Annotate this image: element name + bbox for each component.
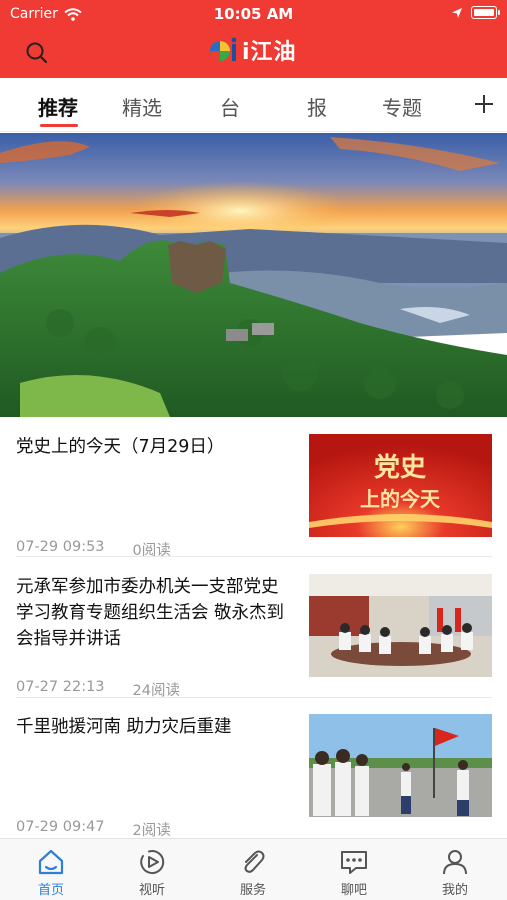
article-thumbnail: 党史 上的今天 — [309, 434, 492, 537]
chat-icon — [341, 851, 367, 874]
article-date: 07-29 09:47 — [16, 819, 105, 835]
party-history-thumbnail: 党史 上的今天 — [309, 434, 492, 537]
tab-paper[interactable]: 报 — [307, 92, 327, 121]
list-divider — [16, 697, 492, 698]
status-right — [451, 6, 500, 19]
bottom-nav: 首页 视听 服务 聊吧 我的 — [0, 838, 507, 900]
thumb-text-line2: 上的今天 — [360, 487, 441, 511]
relief-team-thumbnail — [309, 714, 492, 817]
article-title: 千里驰援河南 助力灾后重建 — [16, 717, 232, 737]
app-name: i江油 — [242, 40, 297, 65]
article-reads: 2阅读 — [132, 823, 171, 839]
tab-tv[interactable]: 台 — [220, 92, 240, 121]
nav-label: 视听 — [138, 883, 165, 898]
clock: 10:05 AM — [213, 5, 294, 23]
nav-label: 我的 — [441, 883, 468, 898]
list-divider — [16, 556, 492, 557]
home-icon — [38, 849, 64, 875]
service-icon — [244, 850, 265, 873]
search-icon[interactable] — [24, 40, 50, 66]
logo-mark-icon — [210, 37, 237, 61]
article-title: 党史上的今天（7月29日） — [16, 437, 225, 457]
status-bar: Carrier 10:05 AM — [0, 0, 507, 28]
location-arrow-icon — [452, 7, 462, 18]
tab-featured[interactable]: 精选 — [122, 92, 162, 121]
profile-icon — [443, 850, 467, 875]
nav-profile[interactable]: 我的 — [425, 847, 485, 898]
article-thumbnail — [309, 574, 492, 677]
hero-landscape-image — [0, 133, 507, 417]
battery-icon — [471, 6, 500, 19]
tab-topics[interactable]: 专题 — [382, 92, 422, 121]
article-item[interactable]: 千里驰援河南 助力灾后重建 07-29 09:47 2阅读 — [16, 714, 492, 840]
top-header: Carrier 10:05 AM i江油 — [0, 0, 507, 78]
article-item[interactable]: 党史上的今天（7月29日） 07-29 09:53 0阅读 党史 上的今天 — [16, 434, 492, 560]
video-icon — [140, 850, 165, 875]
nav-label: 服务 — [239, 883, 266, 898]
nav-video[interactable]: 视听 — [122, 847, 182, 898]
app-root: Carrier 10:05 AM i江油 推荐 精选 台 报 专题 党史上的今天… — [0, 0, 507, 900]
nav-label: 首页 — [37, 883, 64, 898]
app-logo: i江油 — [208, 34, 297, 66]
nav-chat[interactable]: 聊吧 — [324, 847, 384, 898]
article-meta: 07-29 09:47 2阅读 — [16, 819, 171, 840]
plus-icon[interactable] — [472, 92, 496, 116]
article-title: 元承军参加市委办机关一支部党史学习教育专题组织生活会 敬永杰到会指导并讲话 — [16, 577, 285, 649]
active-tab-indicator — [40, 124, 78, 127]
nav-label: 聊吧 — [340, 883, 367, 898]
meeting-photo-thumbnail — [309, 574, 492, 677]
article-item[interactable]: 元承军参加市委办机关一支部党史学习教育专题组织生活会 敬永杰到会指导并讲话 07… — [16, 574, 492, 700]
nav-home[interactable]: 首页 — [21, 847, 81, 898]
hero-banner[interactable] — [0, 133, 507, 417]
tab-recommend[interactable]: 推荐 — [38, 92, 78, 121]
nav-service[interactable]: 服务 — [223, 847, 283, 898]
thumb-text-line1: 党史 — [374, 453, 427, 483]
article-thumbnail — [309, 714, 492, 817]
